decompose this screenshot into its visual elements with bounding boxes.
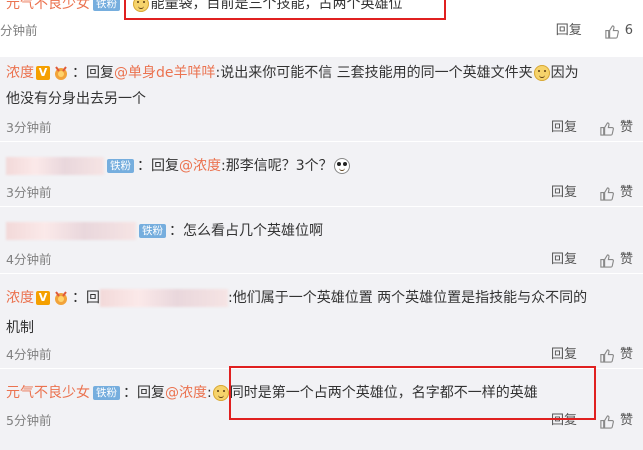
colon: ： xyxy=(123,385,137,401)
fan-badge: 铁粉 xyxy=(139,224,166,238)
username-link[interactable]: 浓度 xyxy=(6,65,34,81)
comment-actions: 回复 赞 xyxy=(551,184,633,202)
verified-v-icon: V xyxy=(36,291,50,305)
colon: ： xyxy=(72,65,86,81)
comment-actions: 回复 6 xyxy=(556,22,633,40)
colon: ： xyxy=(72,290,86,306)
timestamp: 5分钟前 xyxy=(6,413,52,428)
thumbs-up-icon[interactable] xyxy=(599,121,614,136)
timestamp: 4分钟前 xyxy=(6,252,52,267)
reply-button[interactable]: 回复 xyxy=(551,346,577,364)
fan-badge: 铁粉 xyxy=(93,386,120,400)
blurred-username xyxy=(6,157,104,175)
like-button[interactable]: 赞 xyxy=(620,412,633,430)
comment-text: 他没有分身出去另一个 xyxy=(6,91,146,107)
highlight-box xyxy=(124,0,446,20)
highlight-box xyxy=(229,366,596,420)
reply-prefix: 回复 xyxy=(86,65,114,81)
comment-text: : xyxy=(207,385,212,401)
thumbs-up-icon[interactable] xyxy=(604,24,619,39)
timestamp: 3分钟前 xyxy=(6,120,52,135)
timestamp: 3分钟前 xyxy=(6,185,52,200)
comment-item: 浓度 V ：回 :他们属于一个英雄位置 两个英雄位置是指技能与众不同的 机制 4分钟前… xyxy=(0,274,643,368)
smile-emoji-icon xyxy=(212,385,229,401)
comment-item: 铁粉 ：怎么看占几个英雄位啊 4分钟前 回复 赞 xyxy=(0,207,643,273)
thumbs-up-icon[interactable] xyxy=(599,186,614,201)
comment-line: 浓度 V ：回复@单身de羊咩咩:说出来你可能不信 三套技能用的同一个英雄文件夹 因为 xyxy=(6,63,579,83)
username-link[interactable]: 浓度 xyxy=(6,290,34,306)
like-button[interactable]: 赞 xyxy=(620,346,633,364)
comment-line: 浓度 V ：回 :他们属于一个英雄位置 两个英雄位置是指技能与众不同的 xyxy=(6,288,587,308)
like-button[interactable]: 赞 xyxy=(620,119,633,137)
timestamp: 4分钟前 xyxy=(6,347,52,362)
comment-actions: 回复 赞 xyxy=(551,119,633,137)
comment-text: :那李信呢？3个？ xyxy=(221,158,333,174)
reply-button[interactable]: 回复 xyxy=(551,251,577,269)
comment-text: 怎么看占几个英雄位啊 xyxy=(183,223,323,239)
fan-badge: 铁粉 xyxy=(107,159,134,173)
like-button[interactable]: 赞 xyxy=(620,184,633,202)
mention-link[interactable]: @浓度 xyxy=(179,158,221,174)
comment-text: :他们属于一个英雄位置 两个英雄位置是指技能与众不同的 xyxy=(228,290,588,306)
thumbs-up-icon[interactable] xyxy=(599,253,614,268)
verified-v-icon: V xyxy=(36,66,50,80)
comment-text: 机制 xyxy=(6,320,34,336)
reply-prefix: 回 xyxy=(86,290,100,306)
comment-text: :说出来你可能不信 三套技能用的同一个英雄文件夹 xyxy=(215,65,533,81)
medal-badge-icon xyxy=(55,66,67,80)
timestamp: 分钟前 xyxy=(0,23,38,38)
comment-line-2: 他没有分身出去另一个 xyxy=(6,89,146,109)
like-count: 6 xyxy=(624,23,633,38)
comment-text: 因为 xyxy=(550,65,579,81)
reply-button[interactable]: 回复 xyxy=(551,119,577,137)
blurred-username xyxy=(6,222,136,240)
comment-line: 铁粉 ：怎么看占几个英雄位啊 xyxy=(6,221,323,241)
reply-button[interactable]: 回复 xyxy=(556,22,582,40)
thumbs-up-icon[interactable] xyxy=(599,348,614,363)
comment-line-2: 机制 xyxy=(6,318,34,338)
panda-emoji-icon xyxy=(333,158,350,174)
thumbs-up-icon[interactable] xyxy=(599,414,614,429)
fan-badge: 铁粉 xyxy=(93,0,120,11)
username-link[interactable]: 元气不良少女 xyxy=(6,385,90,401)
comment-actions: 回复 赞 xyxy=(551,346,633,364)
reply-prefix: 回复 xyxy=(137,385,165,401)
mention-link[interactable]: @单身de羊咩咩 xyxy=(114,65,216,81)
comment-item: 铁粉 ：回复@浓度:那李信呢？3个？ 3分钟前 回复 赞 xyxy=(0,142,643,206)
reply-prefix: 回复 xyxy=(151,158,179,174)
smile-emoji-icon xyxy=(533,65,550,81)
medal-badge-icon xyxy=(55,291,67,305)
comment-actions: 回复 赞 xyxy=(551,251,633,269)
comment-item: 浓度 V ：回复@单身de羊咩咩:说出来你可能不信 三套技能用的同一个英雄文件夹 因为… xyxy=(0,57,643,141)
colon: ： xyxy=(137,158,151,174)
username-link[interactable]: 元气不良少女 xyxy=(6,0,90,12)
mention-link[interactable]: @浓度 xyxy=(165,385,207,401)
blurred-mention xyxy=(100,289,228,307)
comment-line: 铁粉 ：回复@浓度:那李信呢？3个？ xyxy=(6,156,351,176)
colon: ： xyxy=(169,223,183,239)
like-button[interactable]: 赞 xyxy=(620,251,633,269)
reply-button[interactable]: 回复 xyxy=(551,184,577,202)
